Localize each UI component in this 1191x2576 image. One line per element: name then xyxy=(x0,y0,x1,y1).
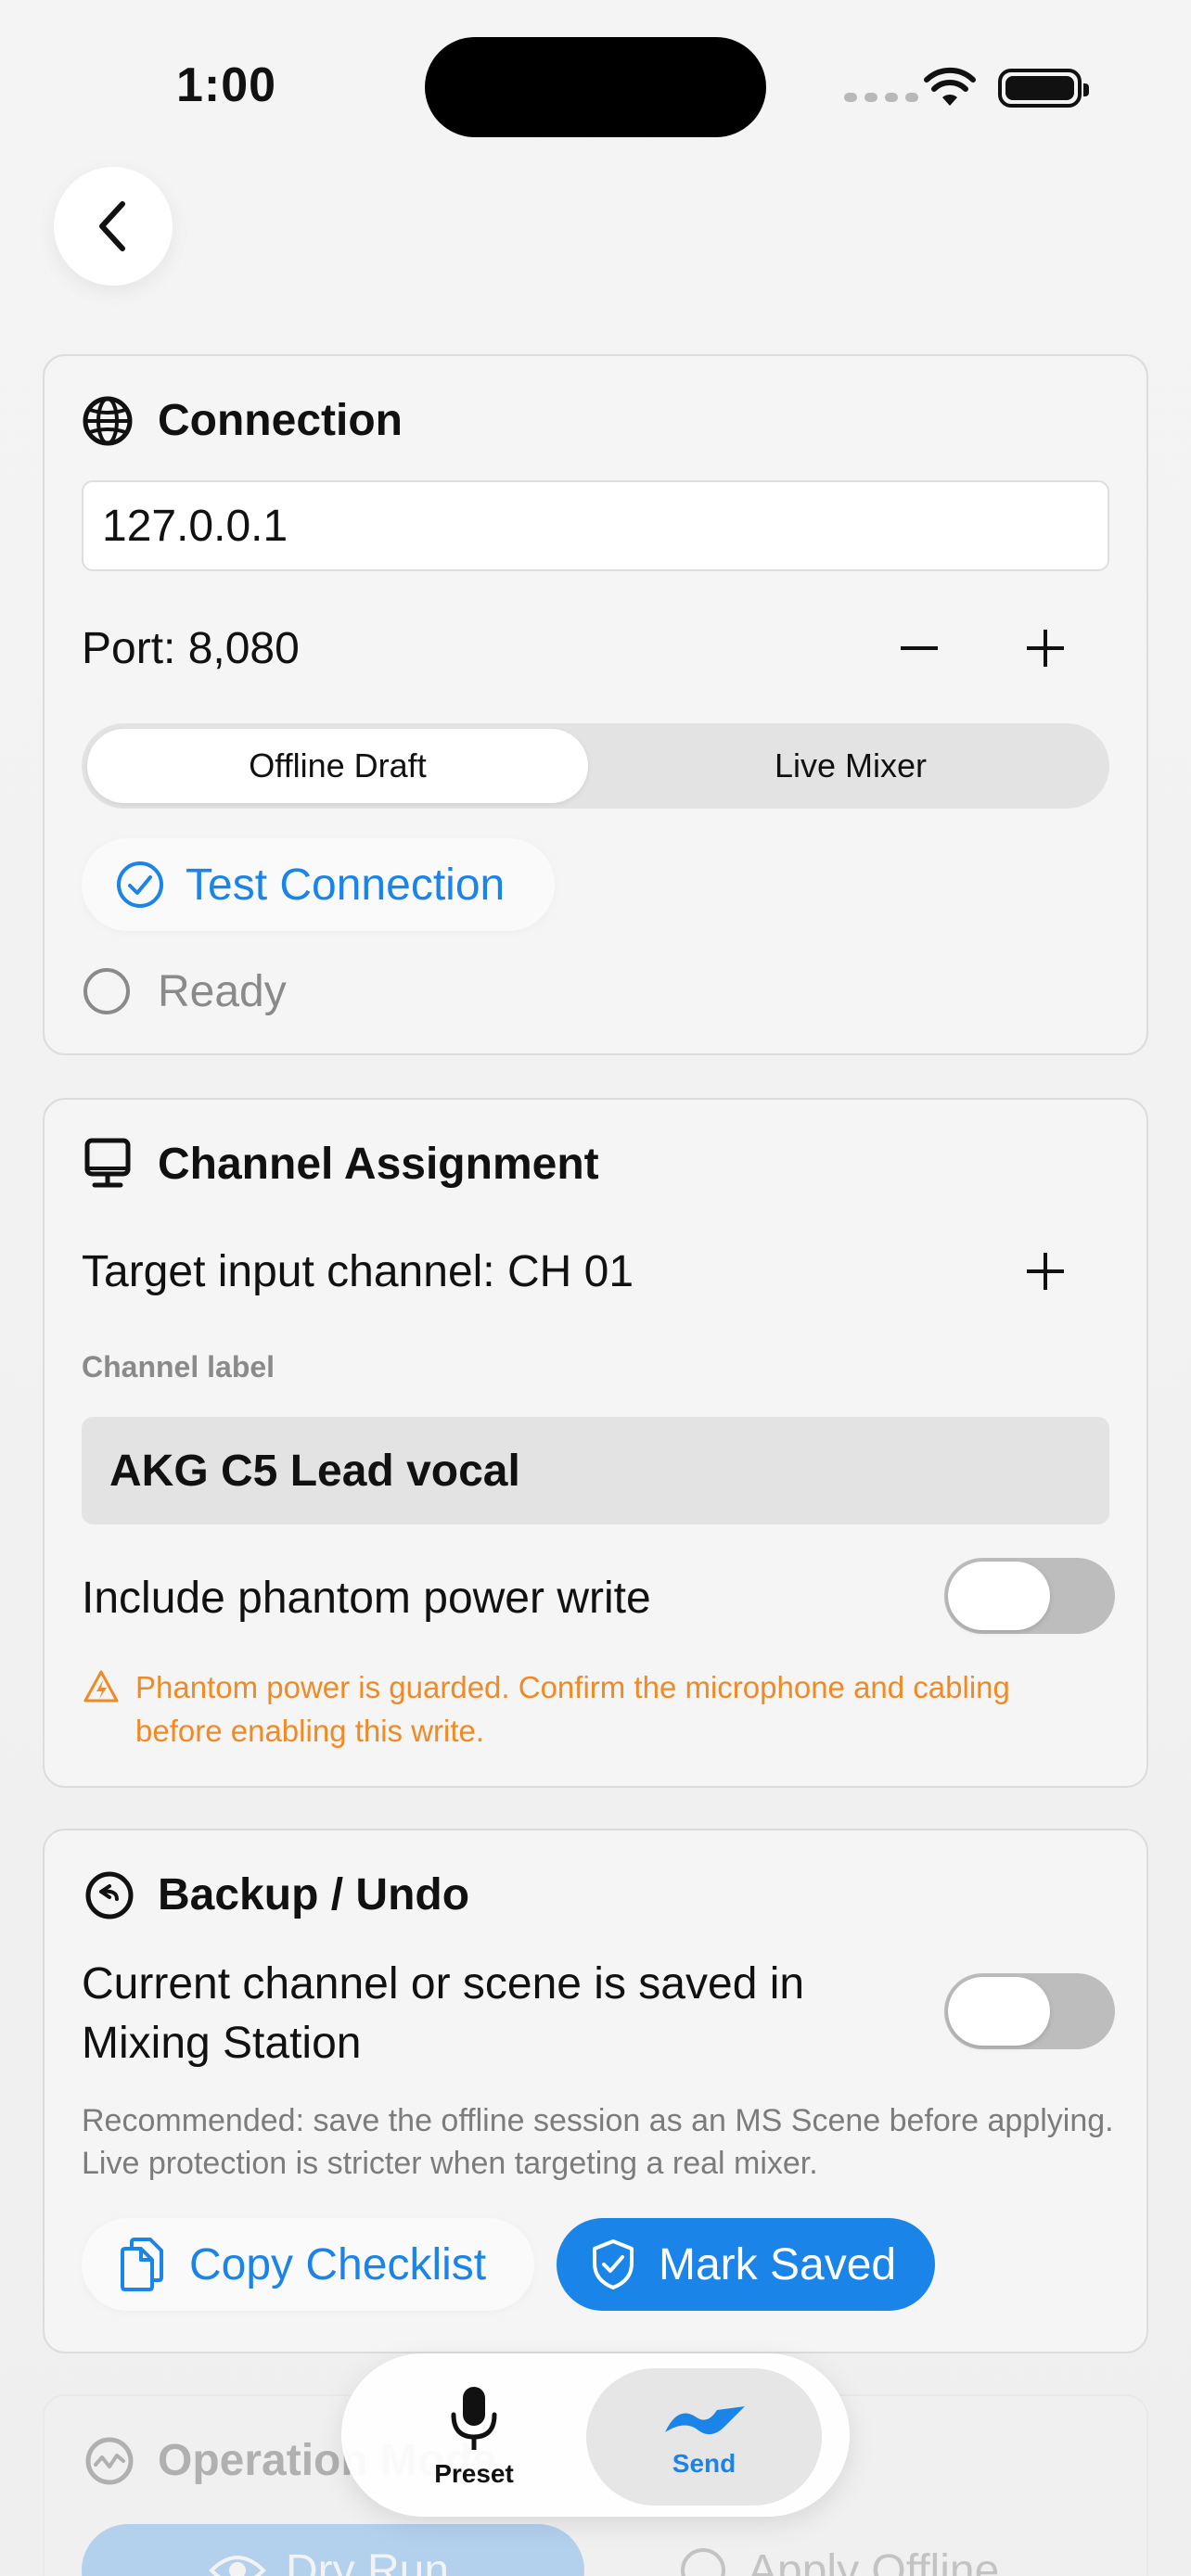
connection-status: Ready xyxy=(158,967,287,1016)
test-connection-label: Test Connection xyxy=(186,860,506,910)
saved-in-mixing-station-label: Current channel or scene is saved in Mix… xyxy=(82,1959,805,2068)
connection-card xyxy=(43,354,1148,1055)
apply-offline-label: Apply Offline xyxy=(748,2545,1000,2576)
mark-saved-label: Mark Saved xyxy=(659,2239,897,2289)
phantom-warning-text: Phantom power is guarded. Confirm the mi… xyxy=(135,1670,1010,1748)
monitor-icon xyxy=(84,1138,131,1188)
send-icon xyxy=(665,2406,745,2435)
plus-icon xyxy=(1027,630,1064,667)
warning-bolt-icon xyxy=(83,1670,119,1702)
channel-label-caption: Channel label xyxy=(82,1350,275,1384)
wifi-icon xyxy=(924,67,976,106)
cellular-signal-icon xyxy=(844,93,918,102)
back-button[interactable] xyxy=(54,167,173,286)
checkmark-circle-icon xyxy=(117,861,163,908)
channel-assignment-title: Channel Assignment xyxy=(158,1140,599,1189)
test-connection-button[interactable]: Test Connection xyxy=(82,838,555,931)
saved-toggle[interactable] xyxy=(944,1973,1115,2049)
phantom-power-toggle[interactable] xyxy=(944,1558,1115,1634)
mode-segmented-control: Offline Draft Live Mixer xyxy=(82,723,1109,809)
phantom-power-label: Include phantom power write xyxy=(82,1574,651,1623)
segment-offline-draft[interactable]: Offline Draft xyxy=(87,729,588,803)
globe-icon xyxy=(83,396,133,446)
connection-title: Connection xyxy=(158,396,403,445)
port-increment-button[interactable] xyxy=(1013,616,1078,681)
copy-checklist-label: Copy Checklist xyxy=(189,2239,487,2289)
backup-undo-title: Backup / Undo xyxy=(158,1870,470,1919)
dry-run-button[interactable]: Dry Run xyxy=(82,2524,584,2576)
tab-preset-label: Preset xyxy=(434,2459,514,2488)
copy-checklist-button[interactable]: Copy Checklist xyxy=(82,2218,534,2311)
tab-send-label: Send xyxy=(672,2449,736,2478)
channel-label-input[interactable] xyxy=(82,1417,1109,1524)
status-circle-icon xyxy=(83,968,130,1014)
port-decrement-button[interactable] xyxy=(887,616,952,681)
waveform-circle-icon xyxy=(85,2437,134,2485)
tab-preset[interactable]: Preset xyxy=(356,2368,592,2506)
target-channel-label: Target input channel: CH 01 xyxy=(82,1247,634,1296)
tab-send[interactable]: Send xyxy=(586,2368,822,2506)
shield-check-icon xyxy=(593,2239,634,2289)
mark-saved-button[interactable]: Mark Saved xyxy=(557,2218,935,2311)
tab-bar: Preset Send xyxy=(341,2353,850,2517)
port-label: Port: 8,080 xyxy=(82,624,300,673)
segment-live-mixer[interactable]: Live Mixer xyxy=(597,729,1104,803)
chevron-left-icon xyxy=(99,201,125,251)
ip-address-input[interactable] xyxy=(82,480,1109,571)
dry-run-label: Dry Run xyxy=(286,2545,450,2576)
minus-icon xyxy=(901,646,938,650)
apply-offline-button[interactable]: Apply Offline xyxy=(677,2524,1085,2576)
channel-increment-button[interactable] xyxy=(1013,1239,1078,1304)
status-time: 1:00 xyxy=(176,58,277,112)
battery-icon xyxy=(998,69,1089,108)
backup-recommendation-text: Recommended: save the offline session as… xyxy=(82,2103,1114,2181)
eye-icon xyxy=(209,2556,266,2576)
plus-icon xyxy=(1027,1253,1064,1290)
dynamic-island xyxy=(425,37,766,137)
documents-copy-icon xyxy=(121,2238,163,2291)
undo-history-icon xyxy=(85,1871,134,1919)
apply-icon xyxy=(681,2548,725,2576)
mic-icon xyxy=(451,2387,497,2450)
